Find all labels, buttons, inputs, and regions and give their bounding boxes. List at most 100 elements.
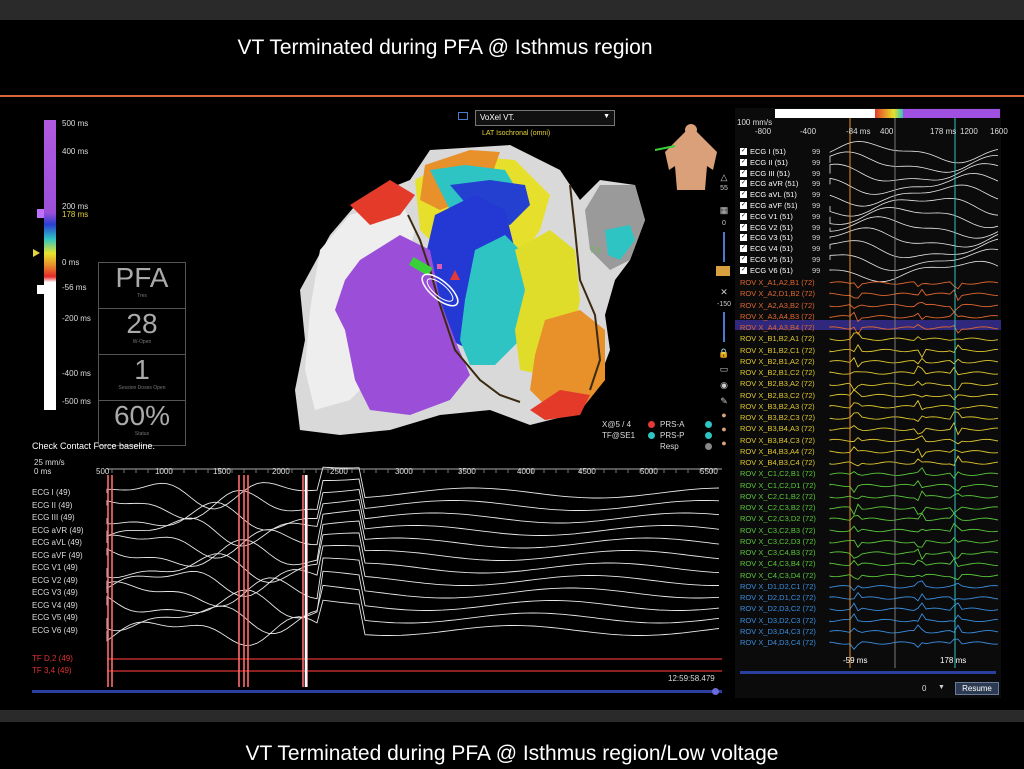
tf-channel-label[interactable]: TF 3,4 (49)	[32, 666, 72, 675]
channel-checkbox[interactable]: ✓	[740, 267, 747, 274]
egm-rov-label[interactable]: ROV X_C3,C2,D3 (72)	[740, 537, 816, 546]
egm-timeline-bar[interactable]	[775, 109, 1000, 118]
channel-checkbox[interactable]: ✓	[740, 245, 747, 252]
egm-rov-label[interactable]: ROV X_A1,A2,B1 (72)	[740, 278, 815, 287]
egm-ecg-label[interactable]: ECG V1 (51)	[750, 212, 793, 221]
egm-rov-label[interactable]: ROV X_A2,A3,B2 (72)	[740, 301, 815, 310]
ecg-channel-label[interactable]: ECG V4 (49)	[32, 601, 78, 610]
egm-ecg-label[interactable]: ECG aVL (51)	[750, 190, 797, 199]
channel-checkbox[interactable]: ✓	[740, 224, 747, 231]
lat-isochronal-map[interactable]	[290, 140, 660, 440]
egm-ecg-label[interactable]: ECG I (51)	[750, 147, 786, 156]
display-toggle-icon[interactable]: ▭	[717, 364, 731, 376]
zero-marker-icon[interactable]	[33, 249, 40, 257]
channel-checkbox[interactable]: ✓	[740, 256, 747, 263]
vertical-slider[interactable]	[723, 232, 725, 262]
egm-rov-label[interactable]: ROV X_B2,B3,A2 (72)	[740, 379, 815, 388]
egm-rov-label[interactable]: ROV X_C4,C3,B4 (72)	[740, 559, 815, 568]
egm-rov-label[interactable]: ROV X_D4,D3,C4 (72)	[740, 638, 816, 647]
brush-icon[interactable]: ✎	[717, 396, 731, 408]
egm-rov-label[interactable]: ROV X_C1,C2,D1 (72)	[740, 481, 816, 490]
egm-rov-label[interactable]: ROV X_A4,A3,B4 (72)	[740, 323, 815, 332]
egm-ecg-label[interactable]: ECG V2 (51)	[750, 223, 793, 232]
ecg-waveform-panel[interactable]	[32, 455, 727, 695]
egm-ecg-label[interactable]: ECG V3 (51)	[750, 233, 793, 242]
display-icon[interactable]	[458, 112, 468, 120]
egm-rov-label[interactable]: ROV X_D2,D1,C2 (72)	[740, 593, 816, 602]
resume-button[interactable]: Resume	[955, 682, 999, 695]
channel-checkbox[interactable]: ✓	[740, 234, 747, 241]
egm-rov-label[interactable]: ROV X_C3,C2,B3 (72)	[740, 526, 815, 535]
egm-rov-label[interactable]: ROV X_B1,B2,A1 (72)	[740, 334, 815, 343]
egm-rov-label[interactable]: ROV X_A3,A4,B3 (72)	[740, 312, 815, 321]
waveform-scrollbar[interactable]	[32, 690, 722, 693]
eye-icon[interactable]: ◉	[717, 380, 731, 392]
ecg-channel-label[interactable]: ECG II (49)	[32, 501, 72, 510]
egm-rov-label[interactable]: ROV X_B2,B1,C2 (72)	[740, 368, 815, 377]
egm-rov-label[interactable]: ROV X_A2,D1,B2 (72)	[740, 289, 815, 298]
torso-view-icon[interactable]: ●	[717, 410, 731, 422]
egm-scrollbar[interactable]	[740, 671, 996, 674]
channel-checkbox[interactable]: ✓	[740, 159, 747, 166]
channel-checkbox[interactable]: ✓	[740, 148, 747, 155]
channel-checkbox[interactable]: ✓	[740, 191, 747, 198]
egm-rov-label[interactable]: ROV X_D2,D3,C2 (72)	[740, 604, 816, 613]
egm-ecg-label[interactable]: ECG III (51)	[750, 169, 790, 178]
lock-icon[interactable]: 🔒	[717, 348, 731, 360]
ecg-channel-label[interactable]: ECG V3 (49)	[32, 588, 78, 597]
egm-rov-label[interactable]: ROV X_D3,D2,C3 (72)	[740, 616, 816, 625]
egm-ecg-label[interactable]: ECG aVF (51)	[750, 201, 798, 210]
lower-marker-handle[interactable]	[37, 285, 44, 294]
waveform-axis-tick: 3000	[395, 467, 413, 476]
channel-checkbox[interactable]: ✓	[740, 180, 747, 187]
scroll-end-icon[interactable]	[712, 688, 719, 695]
chevron-down-icon[interactable]: ▼	[938, 684, 945, 691]
ecg-channel-label[interactable]: ECG V1 (49)	[32, 563, 78, 572]
layers-icon[interactable]: ▦	[717, 205, 731, 217]
torso-view-icon[interactable]: ●	[717, 438, 731, 450]
egm-rov-label[interactable]: ROV X_B3,B4,A3 (72)	[740, 424, 815, 433]
ecg-channel-label[interactable]: ECG I (49)	[32, 488, 70, 497]
ecg-channel-label[interactable]: ECG aVL (49)	[32, 538, 82, 547]
ecg-channel-label[interactable]: ECG V5 (49)	[32, 613, 78, 622]
orientation-torso-icon[interactable]	[655, 122, 725, 194]
egm-rov-label[interactable]: ROV X_C2,C1,B2 (72)	[740, 492, 815, 501]
channel-checkbox[interactable]: ✓	[740, 170, 747, 177]
egm-ecg-label[interactable]: ECG V6 (51)	[750, 266, 793, 275]
upper-marker-handle[interactable]	[37, 209, 44, 218]
egm-rov-label[interactable]: ROV X_D3,D4,C3 (72)	[740, 627, 816, 636]
layer-toggle-icon[interactable]	[716, 266, 730, 276]
egm-ecg-label[interactable]: ECG aVR (51)	[750, 179, 798, 188]
map-selector-dropdown[interactable]: VoXel VT. ▼	[475, 110, 615, 126]
egm-rov-label[interactable]: ROV X_B2,B1,A2 (72)	[740, 357, 815, 366]
ecg-channel-label[interactable]: ECG V2 (49)	[32, 576, 78, 585]
egm-rov-label[interactable]: ROV X_C1,C2,B1 (72)	[740, 469, 815, 478]
egm-rov-label[interactable]: ROV X_D1,D2,C1 (72)	[740, 582, 816, 591]
pfa-status-panel: PFA Tres 28 W-Open 1 Session Doses Open …	[98, 262, 186, 446]
mountain-icon[interactable]: △	[717, 172, 731, 184]
egm-rov-label[interactable]: ROV X_B3,B4,C3 (72)	[740, 436, 815, 445]
egm-rov-label[interactable]: ROV X_C3,C4,B3 (72)	[740, 548, 815, 557]
ecg-channel-label[interactable]: ECG V6 (49)	[32, 626, 78, 635]
egm-rov-label[interactable]: ROV X_B4,B3,A4 (72)	[740, 447, 815, 456]
egm-ecg-label[interactable]: ECG V4 (51)	[750, 244, 793, 253]
egm-rov-label[interactable]: ROV X_B1,B2,C1 (72)	[740, 346, 815, 355]
channel-checkbox[interactable]: ✓	[740, 213, 747, 220]
egm-ecg-label[interactable]: ECG V5 (51)	[750, 255, 793, 264]
egm-rov-label[interactable]: ROV X_B2,B3,C2 (72)	[740, 391, 815, 400]
egm-ecg-label[interactable]: ECG II (51)	[750, 158, 788, 167]
egm-rov-label[interactable]: ROV X_C4,C3,D4 (72)	[740, 571, 816, 580]
vertical-slider-2[interactable]	[723, 312, 725, 342]
torso-view-icon[interactable]: ●	[717, 424, 731, 436]
cut-icon[interactable]: ✕	[717, 287, 731, 299]
egm-rov-label[interactable]: ROV X_C2,C3,D2 (72)	[740, 514, 816, 523]
egm-rov-label[interactable]: ROV X_C2,C3,B2 (72)	[740, 503, 815, 512]
ecg-channel-label[interactable]: ECG aVF (49)	[32, 551, 83, 560]
channel-checkbox[interactable]: ✓	[740, 202, 747, 209]
ecg-channel-label[interactable]: ECG III (49)	[32, 513, 75, 522]
egm-rov-label[interactable]: ROV X_B4,B3,C4 (72)	[740, 458, 815, 467]
egm-rov-label[interactable]: ROV X_B3,B2,A3 (72)	[740, 402, 815, 411]
egm-rov-label[interactable]: ROV X_B3,B2,C3 (72)	[740, 413, 815, 422]
ecg-channel-label[interactable]: ECG aVR (49)	[32, 526, 84, 535]
tf-channel-label[interactable]: TF D,2 (49)	[32, 654, 73, 663]
